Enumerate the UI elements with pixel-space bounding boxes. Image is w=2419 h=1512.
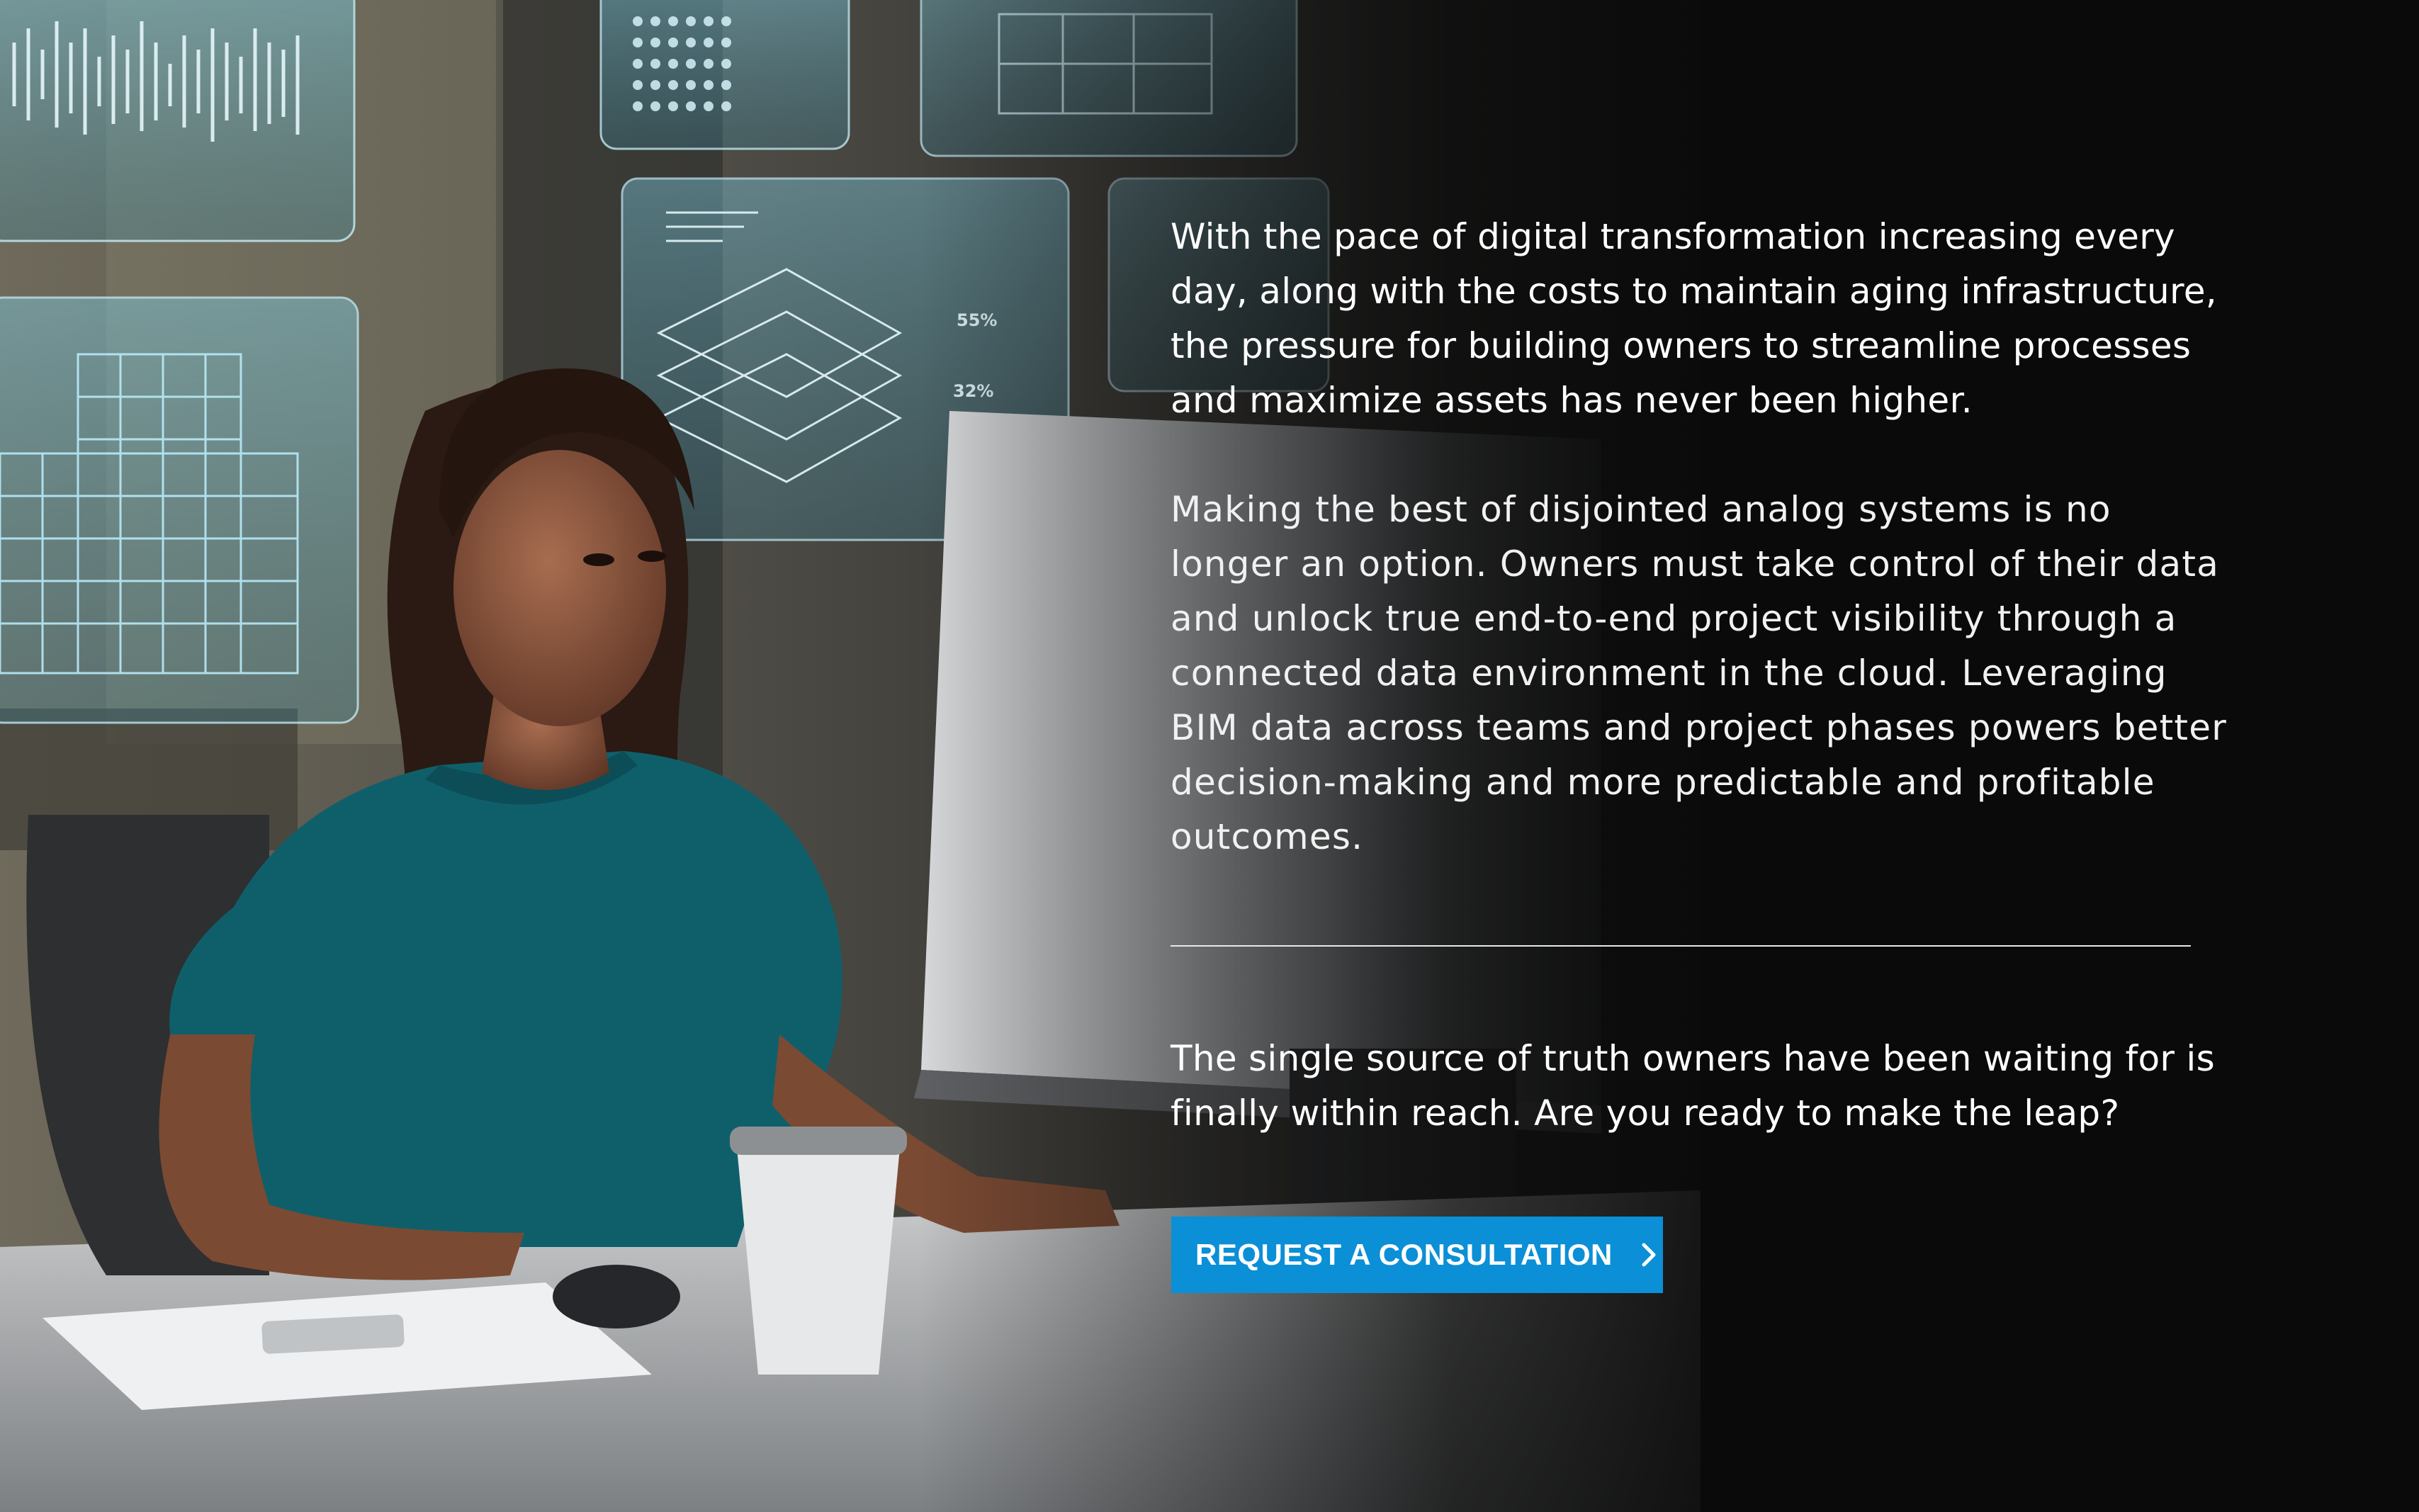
intro-paragraph: With the pace of digital transformation …	[1171, 216, 2218, 421]
svg-text:55%: 55%	[957, 310, 997, 330]
section-divider	[1171, 945, 2191, 947]
chevron-right-icon	[1642, 1243, 1656, 1267]
svg-text:32%: 32%	[953, 381, 993, 401]
request-consultation-button[interactable]: REQUEST A CONSULTATION	[1171, 1217, 1663, 1293]
closing-paragraph: The single source of truth owners have b…	[1171, 1038, 2215, 1134]
page: 55% 32% With the pace of digital transfo…	[0, 0, 2419, 1512]
body-copy: With the pace of digital transformation …	[1171, 210, 2233, 864]
detail-paragraph: Making the best of disjointed analog sys…	[1171, 489, 2227, 857]
request-consultation-label: REQUEST A CONSULTATION	[1195, 1238, 1613, 1271]
